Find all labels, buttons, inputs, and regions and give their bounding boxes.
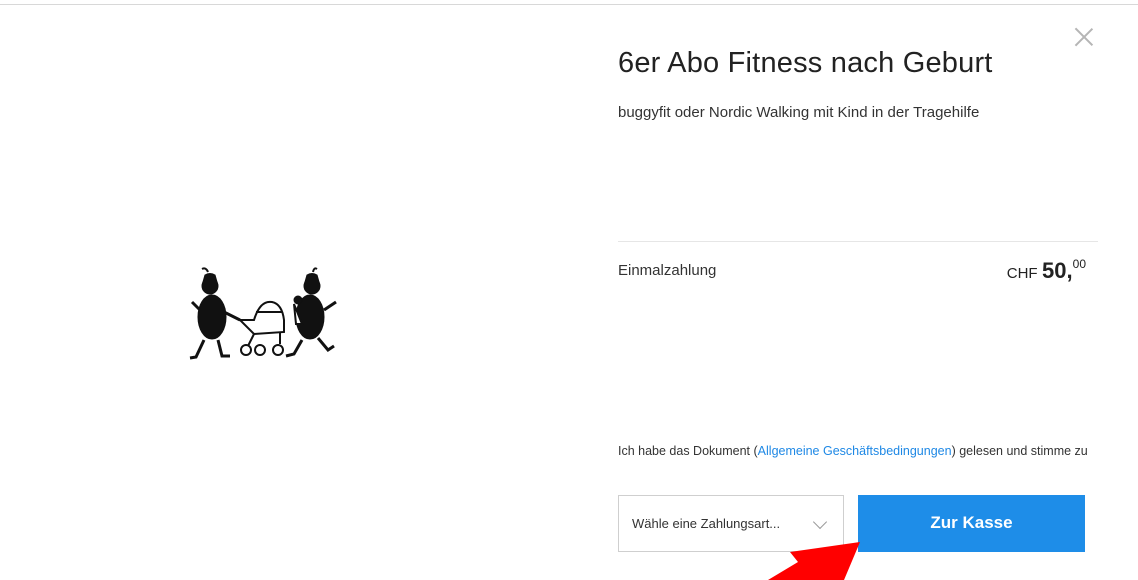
product-title: 6er Abo Fitness nach Geburt [618,47,993,79]
top-border [0,0,1138,5]
price: CHF 50,00 [1006,257,1086,284]
payment-method-value: Wähle eine Zahlungsart... [632,516,781,531]
close-icon[interactable] [1074,27,1094,47]
buggy [237,300,285,356]
divider [618,241,1098,242]
chevron-down-icon [812,514,828,530]
payment-type-label: Einmalzahlung [618,262,717,279]
figure-right [285,267,337,358]
terms-suffix: ) gelesen und stimme zu [951,444,1088,458]
terms-link[interactable]: Allgemeine Geschäftsbedingungen [758,444,952,458]
price-amount: 50, [1042,258,1073,283]
product-image [189,267,337,360]
terms-prefix: Ich habe das Dokument ( [618,444,758,458]
price-currency: CHF [1006,265,1038,282]
terms-consent-text: Ich habe das Dokument (Allgemeine Geschä… [618,443,1098,459]
figure-left [189,267,241,360]
price-cents: 00 [1072,257,1086,271]
checkout-button[interactable]: Zur Kasse [858,495,1085,552]
annotation-arrow [768,542,860,580]
product-subtitle: buggyfit oder Nordic Walking mit Kind in… [618,104,980,121]
